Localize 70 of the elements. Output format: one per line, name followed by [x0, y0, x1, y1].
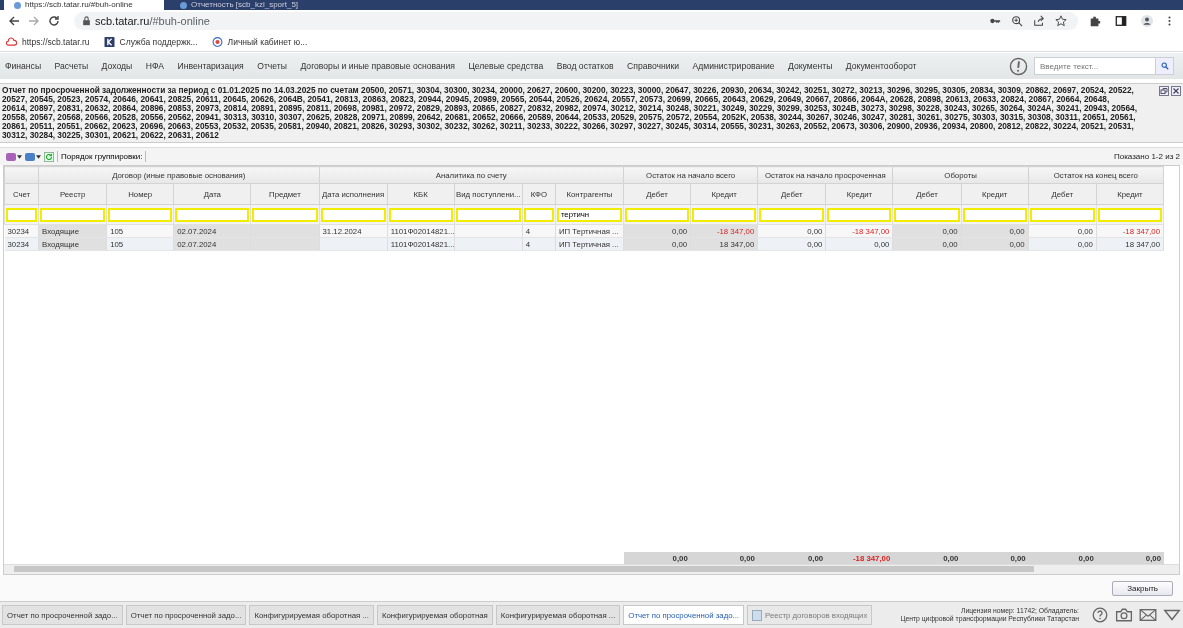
filter-field[interactable] — [692, 207, 757, 222]
menu-item[interactable]: Расчеты — [54, 61, 89, 71]
caret-icon — [36, 154, 41, 159]
camera-icon[interactable] — [1115, 607, 1133, 623]
alert-icon[interactable] — [1009, 56, 1028, 76]
filter-field[interactable] — [625, 207, 690, 222]
document-icon — [752, 609, 763, 621]
filter-field[interactable] — [320, 207, 386, 222]
reload-icon[interactable] — [48, 15, 60, 27]
back-icon[interactable] — [8, 15, 20, 27]
record-count: Показано 1-2 из 2 — [1113, 152, 1180, 161]
menu-item[interactable]: Документы — [788, 61, 833, 71]
settings-dropdown[interactable] — [6, 152, 22, 161]
filter-field[interactable] — [962, 207, 1027, 222]
menu-item[interactable]: Отчеты — [257, 61, 287, 71]
lock-icon — [82, 16, 91, 26]
collapse-icon[interactable] — [1163, 607, 1181, 623]
menu-item[interactable]: Ввод остатков — [556, 61, 614, 71]
bookmark[interactable]: Служба поддержк... — [103, 36, 198, 47]
close-button[interactable]: Закрыть — [1112, 580, 1173, 596]
zoom-icon[interactable] — [1011, 15, 1023, 27]
search-icon[interactable] — [1156, 57, 1174, 75]
print-dropdown[interactable] — [25, 152, 41, 161]
side-panel-icon[interactable] — [1115, 15, 1127, 27]
filter-field[interactable] — [388, 207, 453, 222]
grouping-label: Порядок группировки: — [61, 152, 143, 161]
filter-field[interactable] — [1097, 207, 1162, 222]
filter-field[interactable] — [894, 207, 960, 222]
caret-icon — [17, 154, 22, 159]
menu-item[interactable]: Администрирование — [692, 61, 775, 71]
bookmark[interactable]: Личный кабинет ю... — [211, 36, 308, 47]
restore-icon[interactable] — [1159, 86, 1169, 96]
horizontal-scrollbar[interactable] — [4, 564, 1179, 574]
filter-field[interactable] — [827, 207, 892, 222]
avatar-icon[interactable] — [1141, 15, 1153, 27]
mail-icon[interactable] — [1139, 607, 1157, 623]
forward-icon[interactable] — [28, 15, 40, 27]
filter-field[interactable] — [759, 207, 825, 222]
search-field[interactable]: Введите текст... — [1034, 57, 1156, 75]
filter-field[interactable] — [40, 207, 106, 222]
browser-tab[interactable]: Отчетность [scb_kzi_sport_5] — [170, 0, 330, 10]
browser-tab[interactable]: https://scb.tatar.ru/#buh-online — [4, 0, 164, 10]
filter-field[interactable] — [455, 207, 521, 222]
filter-field[interactable] — [252, 207, 318, 222]
seal-icon — [211, 36, 223, 47]
menu-item[interactable]: Доходы — [101, 61, 133, 71]
k-logo-icon — [103, 36, 115, 47]
star-icon[interactable] — [1055, 15, 1067, 27]
menu-item[interactable]: НФА — [145, 61, 164, 71]
help-icon[interactable] — [1091, 607, 1109, 623]
report-title: Отчет по просроченной задолженности за период с 01.01.2025 по 14.03.2025 по счетам 20500, 20571, 30304, 30300, 30234, 20000, 20627, 20600, 30200, 30223, 30000, 20647, 30226, 20930, 20634, 30242, 30251, 30272, 30213, 30296, 30295, 30305, 20834, 30309, 20862, 20697, 20524, 20522, 20527, 20545, 20523, 20574, 20646, 20641, 20825, 20611, 20645, 20626, 2064B, 20541, 20813, 20863, 20823, 20944, 20945, 20989, 20565, 20544, 20526, 20624, 20557, 20573, 20699, 20665, 20643, 20629, 20649, 20667, 20866, 2064A, 20628, 20898, 20613, 20633, 20824, 20867, 20664, 20648, 20614, 20897, 20831, 20632, 20864, 20896, 20853, 20973, 20814, 20891, 20895, 20811, 20698, 20981, 20972, 20829, 20893, 20865, 20827, 20832, 20982, 20974, 30212, 30214, 30248, 30221, 30249, 30229, 30299, 30253, 3024B, 30273, 30298, 30228, 30243, 30265, 30264, 3024A, 30241, 20943, 20564, 20558, 20567, 20568, 20566, 20528, 20556, 20562, 20941, 30313, 30310, 30307, 20625, 20828, 20971, 20899, 20642, 20681, 20652, 20666, 20589, 20644, 20533, 20529, 20575, 20572, 20554, 2052K, 20538, 30244, 30267, 30246, 30247, 30281, 30261, 30275, 30303, 30315, 30308, 30311, 20651, 20561, 20861, 20511, 20551, 20662, 20623, 20696, 20663, 20553, 20532, 20535, 20581, 20940, 20821, 20826, 30293, 30302, 30232, 30262, 30211, 30233, 30222, 30266, 30297, 30227, 30245, 30314, 20555, 30231, 30263, 20552, 20673, 30306, 20900, 20936, 20934, 20800, 20812, 20822, 30224, 20521, 20531, 30312, 30284, 30225, 30301, 20621, 20622, 20631, 20612 — [2, 86, 1138, 140]
filter-field[interactable] — [1029, 207, 1095, 222]
menu-item[interactable]: Договоры и иные правовые основания — [300, 61, 455, 71]
share-icon[interactable] — [1033, 15, 1045, 27]
puzzle-icon[interactable] — [1089, 15, 1101, 27]
address-bar[interactable]: scb.tatar.ru/#buh-online — [74, 12, 1078, 30]
filter-field[interactable] — [6, 207, 38, 222]
menu-item[interactable]: Документооборот — [845, 61, 917, 71]
more-icon[interactable] — [1167, 15, 1172, 27]
filter-field[interactable] — [175, 207, 250, 222]
refresh-icon[interactable] — [44, 151, 54, 162]
close-icon[interactable] — [1171, 86, 1181, 96]
menu-item[interactable]: Инвентаризация — [177, 61, 244, 71]
menu-item[interactable]: Справочники — [627, 61, 680, 71]
menu-item[interactable]: Финансы — [5, 61, 42, 71]
cloud-icon — [6, 36, 17, 47]
filter-field[interactable] — [108, 207, 173, 222]
menu-item[interactable]: Целевые средства — [468, 61, 544, 71]
filter-field[interactable] — [523, 207, 554, 222]
bookmark[interactable]: https://scb.tatar.ru — [6, 36, 90, 47]
